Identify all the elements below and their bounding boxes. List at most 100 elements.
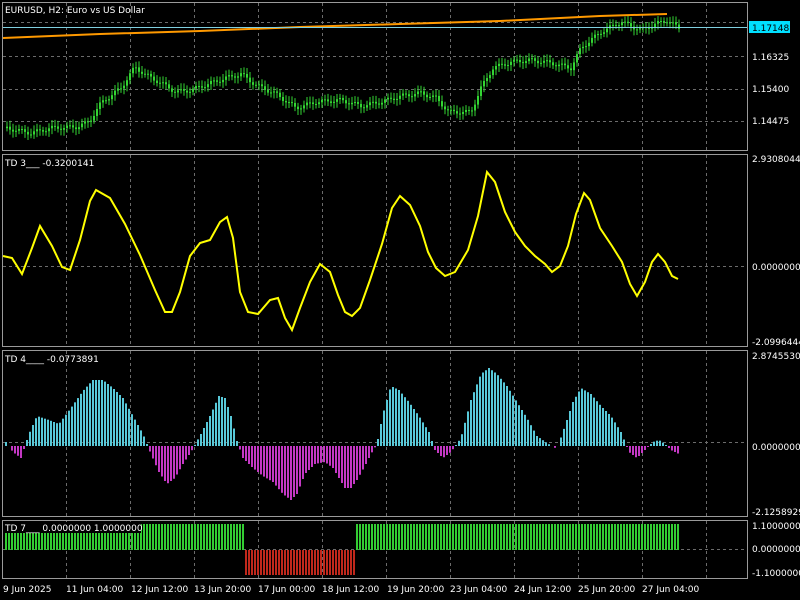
td7-histogram-bar: [338, 550, 340, 575]
td7-histogram-bar: [362, 524, 364, 550]
candle-body: [657, 21, 659, 24]
time-axis[interactable]: 9 Jun 2025 11 Jun 04:00 12 Jun 12:00 13 …: [3, 585, 699, 595]
candle-body: [444, 106, 446, 110]
td4-histogram-bar: [209, 416, 211, 446]
td4-histogram-bar: [575, 396, 577, 446]
td7-histogram-bar: [578, 524, 580, 550]
trading-chart[interactable]: EURUSD, H2: Euro vs US Dollar TD 3___ -0…: [0, 0, 800, 600]
td4-histogram-bar: [566, 420, 568, 446]
td4-histogram-bar: [152, 446, 154, 459]
candle-body: [429, 96, 431, 98]
td7-histogram-bar: [479, 524, 481, 550]
candle-body: [75, 127, 77, 130]
candle-body: [213, 80, 215, 82]
td7-histogram-bar: [395, 524, 397, 550]
candle-body: [357, 102, 359, 104]
candle-body: [411, 96, 413, 98]
td7-histogram-bar: [320, 550, 322, 575]
candle-body: [450, 109, 452, 111]
td7-histogram-bar: [404, 524, 406, 550]
td7-histogram-bar: [509, 524, 511, 550]
td4-histogram-bar: [581, 388, 583, 446]
td4-histogram-bar: [512, 395, 514, 446]
td4-histogram-bar: [401, 393, 403, 446]
candle-body: [138, 67, 140, 72]
td4-histogram-bar: [23, 446, 25, 449]
candle-body: [33, 131, 35, 135]
td4-histogram-bar: [293, 446, 295, 497]
candle-body: [438, 95, 440, 102]
candle-body: [315, 104, 317, 106]
td4-histogram-bar: [176, 446, 178, 475]
td7-histogram-bar: [227, 524, 229, 550]
price-label: 1.16325: [752, 53, 789, 63]
td7-histogram-bar: [233, 524, 235, 550]
td7-histogram-bar: [581, 524, 583, 550]
candle-body: [627, 21, 629, 24]
candle-body: [543, 60, 545, 63]
td7-histogram-bar: [482, 524, 484, 550]
candle-body: [408, 94, 410, 97]
candle-body: [294, 103, 296, 107]
candle-body: [201, 86, 203, 88]
candle-body: [21, 128, 23, 130]
td4-histogram-bar: [419, 417, 421, 446]
candle-body: [6, 126, 8, 129]
candle-body: [342, 97, 344, 101]
candle-body: [639, 28, 641, 30]
candle-body: [675, 22, 677, 25]
time-label: 25 Jun 20:00: [578, 585, 635, 595]
candle-body: [468, 109, 470, 111]
candle-body: [279, 92, 281, 97]
candle-body: [630, 23, 632, 27]
td7-histogram-bar: [371, 524, 373, 550]
candle-body: [621, 22, 623, 26]
td4-histogram-bar: [122, 398, 124, 446]
candle-body: [474, 104, 476, 111]
td7-histogram-bar: [161, 524, 163, 550]
candle-body: [582, 46, 584, 49]
candle-body: [606, 28, 608, 33]
td4-histogram-bar: [560, 437, 562, 446]
td4-histogram-bar: [194, 444, 196, 446]
td4-scale-min: -2.1258929: [752, 508, 800, 518]
candle-body: [399, 95, 401, 99]
td7-histogram-bar: [650, 524, 652, 550]
td4-histogram-bar: [38, 416, 40, 446]
candle-body: [303, 105, 305, 109]
candle-body: [114, 90, 116, 96]
td7-histogram-bar: [221, 524, 223, 550]
candle-body: [612, 24, 614, 26]
td4-histogram-bar: [377, 439, 379, 446]
td7-histogram-bar: [551, 524, 553, 550]
candle-body: [471, 110, 473, 112]
td7-histogram-bar: [239, 524, 241, 550]
td7-histogram-bar: [515, 524, 517, 550]
candle-body: [285, 100, 287, 103]
td7-histogram-bar: [251, 550, 253, 575]
candle-body: [45, 131, 47, 133]
td7-histogram-bar: [194, 524, 196, 550]
td4-histogram-bar: [314, 446, 316, 464]
td4-histogram-bar: [455, 445, 457, 446]
td7-histogram-bar: [485, 524, 487, 550]
td4-histogram-bar: [65, 414, 67, 446]
td7-histogram-bar: [524, 524, 526, 550]
time-label: 23 Jun 04:00: [450, 585, 507, 595]
td7-histogram-bar: [380, 524, 382, 550]
candle-body: [141, 71, 143, 74]
td4-histogram-bar: [620, 432, 622, 446]
candle-body: [324, 99, 326, 101]
td4-histogram-bar: [635, 446, 637, 458]
td7-histogram-bar: [377, 524, 379, 550]
td7-histogram-bar: [293, 550, 295, 575]
td4-histogram-bar: [602, 408, 604, 446]
td7-histogram-bar: [425, 524, 427, 550]
candle-body: [30, 134, 32, 136]
td7-histogram-bar: [206, 524, 208, 550]
candle-body: [12, 129, 14, 132]
td3-scale-max: 2.9308044: [752, 155, 800, 165]
td7-histogram-bar: [347, 550, 349, 575]
td7-histogram-bar: [305, 550, 307, 575]
td7-histogram-bar: [596, 524, 598, 550]
